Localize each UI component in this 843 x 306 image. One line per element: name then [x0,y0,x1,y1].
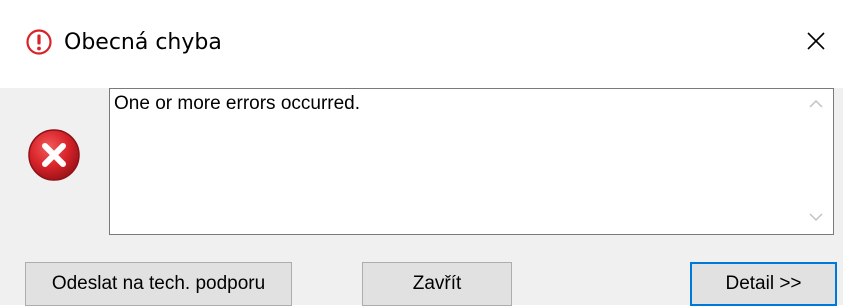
chevron-down-icon [809,209,823,227]
message-scrollbar[interactable] [799,89,833,234]
dialog-body: One or more errors occurred. Odeslat na … [0,88,843,306]
scroll-up-button[interactable] [799,91,833,119]
error-icon [27,128,81,182]
close-dialog-button[interactable]: Zavřít [362,262,512,306]
close-icon [806,31,826,56]
detail-button[interactable]: Detail >> [690,262,837,306]
chevron-up-icon [809,96,823,114]
scroll-down-button[interactable] [799,204,833,232]
message-textbox[interactable]: One or more errors occurred. [109,88,834,235]
send-to-support-button[interactable]: Odeslat na tech. podporu [25,262,292,306]
title-bar: Obecná chyba [0,0,843,88]
window-title: Obecná chyba [64,30,222,55]
close-button[interactable] [793,20,839,66]
error-message: One or more errors occurred. [114,93,361,114]
warning-circle-icon [26,29,52,55]
